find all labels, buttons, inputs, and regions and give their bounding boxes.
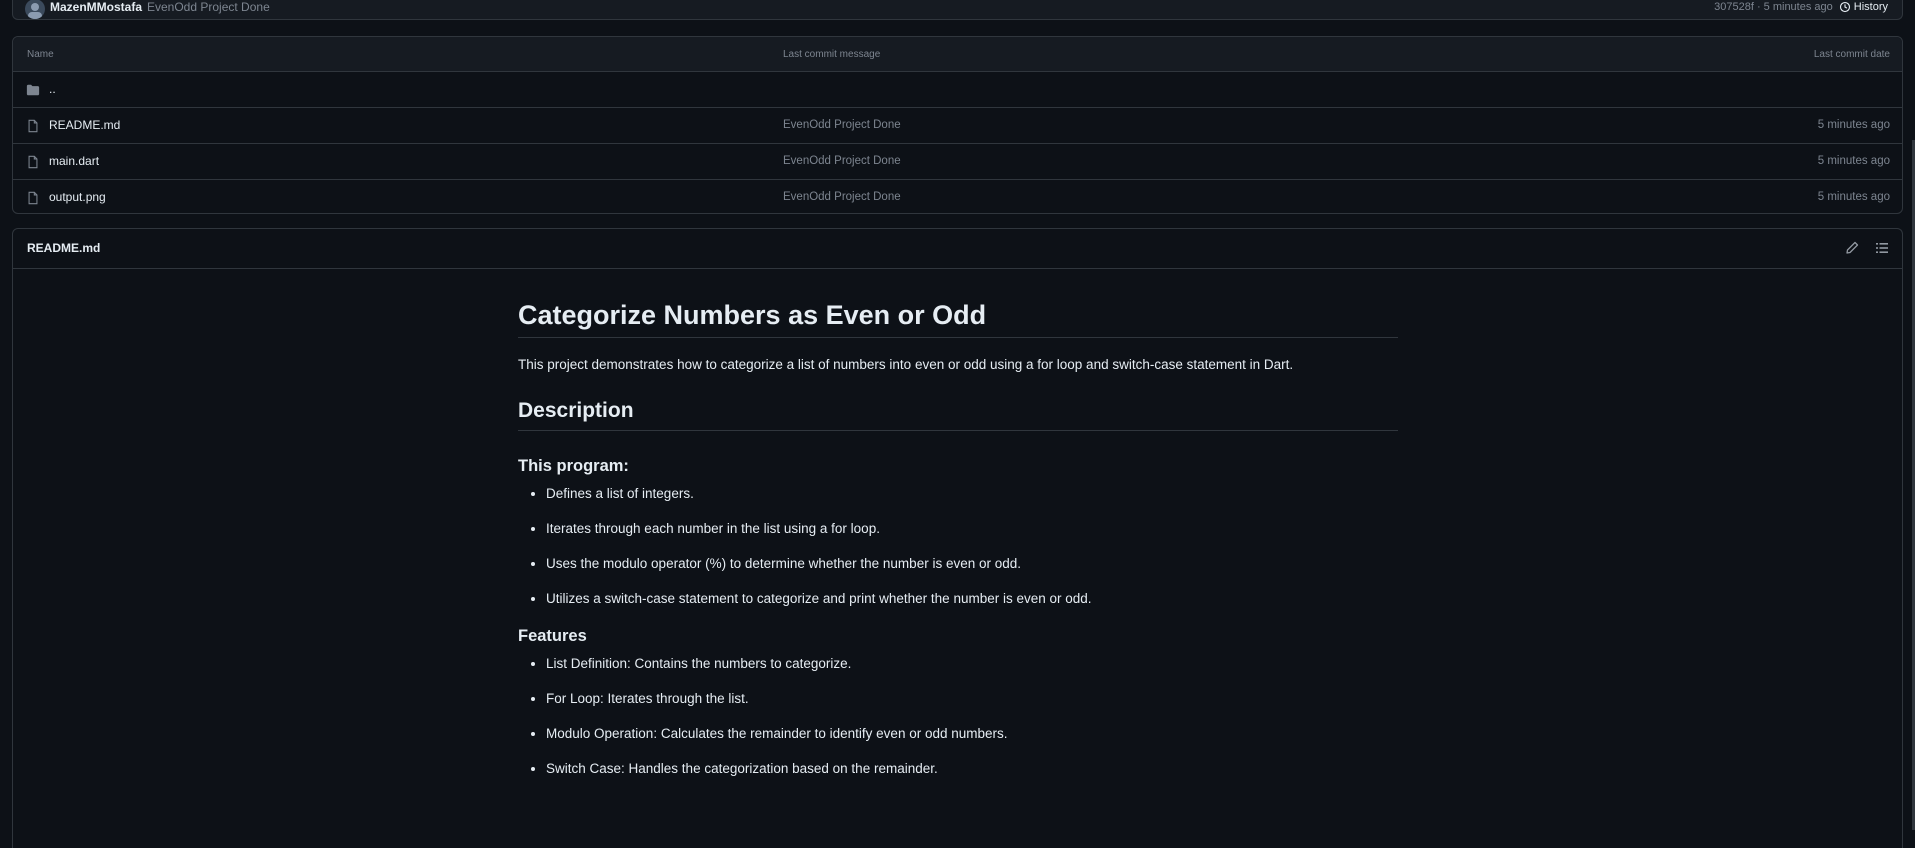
- file-commit-message[interactable]: EvenOdd Project Done: [783, 155, 901, 167]
- commit-hash-time[interactable]: 307528f · 5 minutes ago: [1714, 0, 1833, 14]
- commit-author[interactable]: MazenMMostafa: [50, 0, 142, 14]
- list-icon[interactable]: [1874, 240, 1890, 256]
- table-row[interactable]: main.dart EvenOdd Project Done 5 minutes…: [13, 144, 1902, 180]
- list-item: Defines a list of integers.: [546, 485, 1398, 503]
- file-commit-message[interactable]: EvenOdd Project Done: [783, 119, 901, 131]
- list-item: Iterates through each number in the list…: [546, 520, 1398, 538]
- header-last-commit-message: Last commit message: [783, 49, 881, 60]
- program-heading: This program:: [518, 457, 629, 475]
- latest-commit-bar: MazenMMostafa EvenOdd Project Done 30752…: [12, 0, 1903, 20]
- file-name-link[interactable]: output.png: [49, 190, 106, 204]
- file-table-header: Name Last commit message Last commit dat…: [13, 37, 1902, 72]
- file-name-link[interactable]: README.md: [49, 118, 120, 132]
- folder-icon: [26, 84, 40, 96]
- file-commit-message[interactable]: EvenOdd Project Done: [783, 191, 901, 203]
- parent-directory-link[interactable]: ..: [49, 82, 56, 96]
- list-item: List Definition: Contains the numbers to…: [546, 655, 1398, 673]
- header-last-commit-date: Last commit date: [1813, 49, 1890, 60]
- list-item: Uses the modulo operator (%) to determin…: [546, 555, 1398, 573]
- list-item: Switch Case: Handles the categorization …: [546, 760, 1398, 778]
- avatar[interactable]: [25, 0, 45, 19]
- features-list: List Definition: Contains the numbers to…: [518, 655, 1398, 778]
- description-heading: Description: [518, 398, 1398, 431]
- list-item: Utilizes a switch-case statement to cate…: [546, 590, 1398, 608]
- commit-meta: 307528f · 5 minutes ago History: [1714, 0, 1888, 14]
- file-icon: [28, 155, 38, 169]
- file-table: Name Last commit message Last commit dat…: [12, 36, 1903, 214]
- readme-title: Categorize Numbers as Even or Odd: [518, 299, 1398, 338]
- readme-panel: README.md Categorize Numbers as Even or …: [12, 228, 1903, 848]
- table-row[interactable]: output.png EvenOdd Project Done 5 minute…: [13, 180, 1902, 215]
- file-icon: [28, 191, 38, 205]
- readme-header: README.md: [13, 229, 1902, 269]
- program-list: Defines a list of integers. Iterates thr…: [518, 485, 1398, 608]
- file-name-link[interactable]: main.dart: [49, 154, 99, 168]
- table-row[interactable]: README.md EvenOdd Project Done 5 minutes…: [13, 108, 1902, 144]
- commit-message[interactable]: EvenOdd Project Done: [147, 0, 270, 14]
- file-commit-date: 5 minutes ago: [1817, 191, 1890, 203]
- readme-tab[interactable]: README.md: [27, 241, 100, 255]
- file-icon: [28, 119, 38, 133]
- file-commit-date: 5 minutes ago: [1817, 119, 1890, 131]
- list-item: For Loop: Iterates through the list.: [546, 690, 1398, 708]
- features-heading: Features: [518, 627, 587, 645]
- readme-intro: This project demonstrates how to categor…: [518, 357, 1294, 372]
- history-button[interactable]: History: [1839, 0, 1888, 14]
- pencil-icon[interactable]: [1844, 240, 1860, 256]
- history-label: History: [1853, 1, 1888, 13]
- list-item: Modulo Operation: Calculates the remaind…: [546, 725, 1398, 743]
- markdown-body: Categorize Numbers as Even or Odd This p…: [518, 299, 1398, 795]
- file-commit-date: 5 minutes ago: [1817, 155, 1890, 167]
- history-icon: [1839, 1, 1850, 13]
- parent-directory-row[interactable]: ..: [13, 72, 1902, 108]
- header-name: Name: [27, 49, 54, 60]
